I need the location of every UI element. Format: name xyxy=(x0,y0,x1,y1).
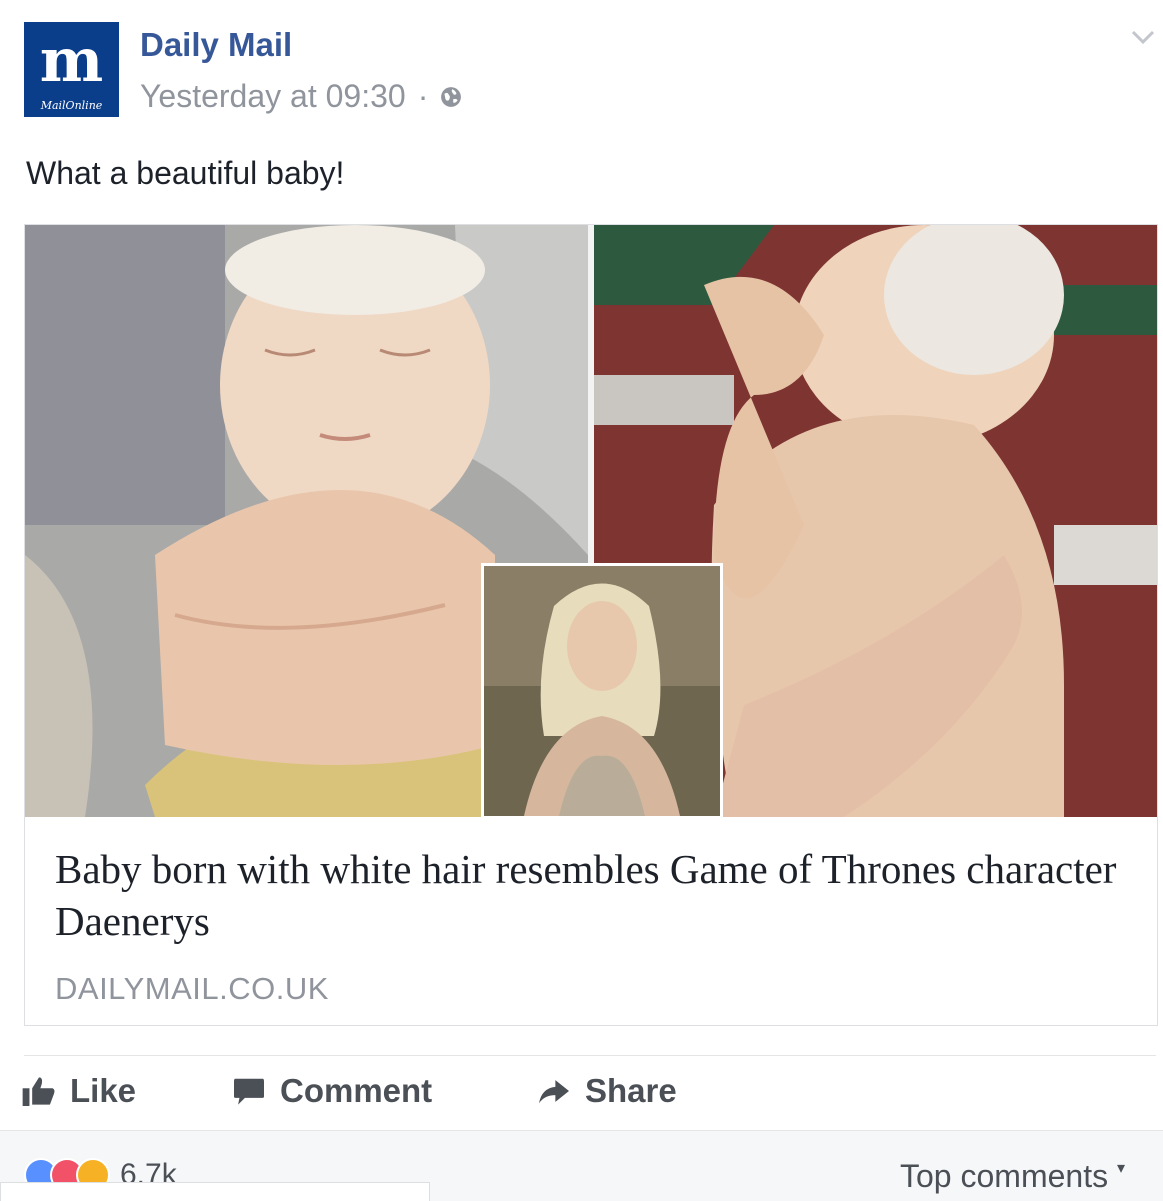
daenerys-inset-photo xyxy=(481,563,723,817)
chevron-down-icon[interactable] xyxy=(1130,28,1156,46)
share-arrow-icon xyxy=(539,1080,569,1104)
link-preview-card[interactable]: Baby born with white hair resembles Game… xyxy=(24,224,1158,1026)
comment-button[interactable]: Comment xyxy=(232,1072,432,1110)
link-domain: DAILYMAIL.CO.UK xyxy=(55,971,329,1006)
post-text: What a beautiful baby! xyxy=(26,155,345,191)
speech-bubble-icon xyxy=(234,1078,264,1105)
logo-subtext: MailOnline xyxy=(40,99,103,112)
link-title[interactable]: Baby born with white hair resembles Game… xyxy=(55,843,1135,947)
thumbs-up-icon xyxy=(22,1077,55,1106)
comment-label: Comment xyxy=(280,1072,433,1109)
link-preview-image[interactable] xyxy=(25,225,1157,817)
action-bar-divider xyxy=(24,1055,1156,1056)
share-label: Share xyxy=(585,1072,677,1109)
page-name-link[interactable]: Daily Mail xyxy=(140,26,292,64)
post-meta: Yesterday at 09:30 · xyxy=(140,78,462,115)
top-comments-label: Top comments xyxy=(900,1158,1109,1194)
like-button[interactable]: Like xyxy=(22,1072,136,1110)
dropdown-caret-icon: ▾ xyxy=(1116,1160,1125,1177)
share-button[interactable]: Share xyxy=(537,1072,677,1110)
globe-icon[interactable] xyxy=(440,86,462,108)
page-avatar[interactable]: m MailOnline xyxy=(24,22,119,117)
top-comments-dropdown[interactable]: Top comments ▾ xyxy=(900,1158,1125,1195)
timestamp-link[interactable]: Yesterday at 09:30 xyxy=(140,78,406,115)
logo-mark: m xyxy=(39,26,104,96)
comment-box-edge xyxy=(0,1182,430,1201)
meta-separator: · xyxy=(417,78,429,114)
like-label: Like xyxy=(70,1072,137,1109)
